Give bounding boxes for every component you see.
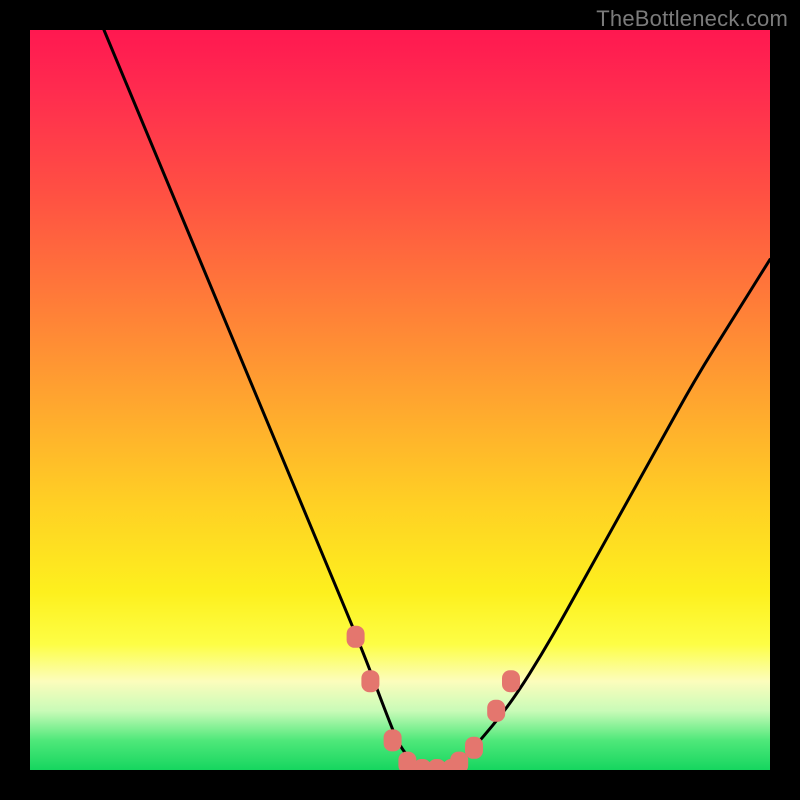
curve-marker: [450, 752, 468, 770]
curve-marker: [465, 737, 483, 759]
curve-markers: [347, 626, 520, 770]
curve-marker: [347, 626, 365, 648]
curve-svg: [30, 30, 770, 770]
curve-marker: [502, 670, 520, 692]
plot-area: [30, 30, 770, 770]
bottleneck-curve: [104, 30, 770, 770]
curve-marker: [361, 670, 379, 692]
watermark-text: TheBottleneck.com: [596, 6, 788, 32]
chart-frame: TheBottleneck.com: [0, 0, 800, 800]
curve-marker: [487, 700, 505, 722]
curve-marker: [384, 729, 402, 751]
